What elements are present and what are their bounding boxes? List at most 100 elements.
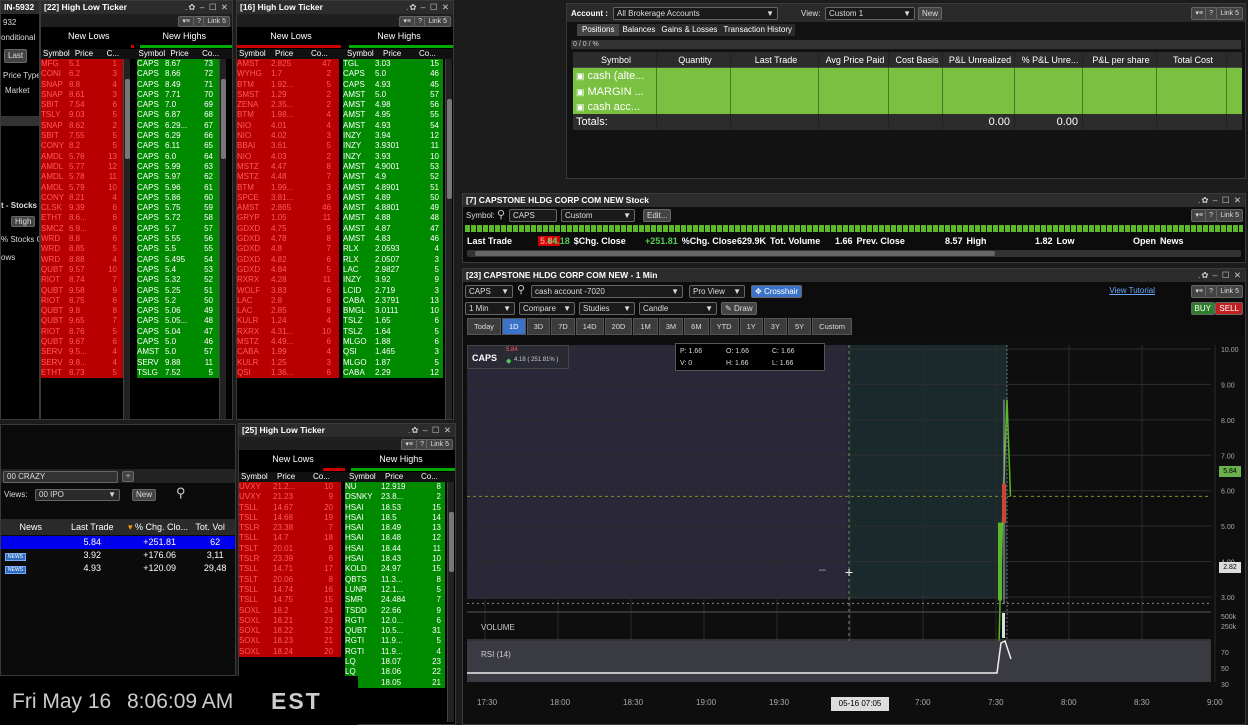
ticker-row[interactable]: CAPS 6.29 66 <box>137 131 219 142</box>
range-button-3y[interactable]: 3Y <box>763 318 787 335</box>
collapse-icon[interactable]: ▣ <box>576 87 585 97</box>
ticker-row[interactable]: CAPS 7.0 69 <box>137 100 219 111</box>
menu-icon[interactable]: ▾≡ <box>399 16 415 27</box>
range-button-today[interactable]: Today <box>467 318 502 335</box>
ticker-row[interactable]: CAPS 5.5 55 <box>137 244 219 255</box>
ticker-row[interactable]: RXRX 4.28 11 <box>237 275 339 286</box>
ticker-row[interactable]: CAPS 5.06 49 <box>137 306 219 317</box>
ticker-row[interactable]: CAPS 5.86 60 <box>137 192 219 204</box>
ticker-row[interactable]: GDXD 4.8 7 <box>237 244 339 255</box>
ticker-row[interactable]: UVXY 21.2... 10 <box>239 482 341 493</box>
ticker-row[interactable]: AMST 2.825 47 <box>237 59 339 70</box>
window-controls[interactable]: .✿ – ☐ ✕ <box>408 424 452 437</box>
ticker-row[interactable]: CAPS 5.7 57 <box>137 223 219 235</box>
ticker-row[interactable]: LQ18.0521 <box>345 677 445 688</box>
col-symbol[interactable]: Symbol <box>41 49 73 59</box>
news-cell[interactable]: NEWS <box>1 562 61 575</box>
range-button-7d[interactable]: 7D <box>551 318 575 335</box>
ticker-row[interactable]: KULR 1.25 3 <box>237 357 339 368</box>
chart-type-select[interactable]: Candle ▼ <box>639 302 717 315</box>
tab-positions[interactable]: Positions <box>577 24 620 36</box>
ticker-row[interactable]: AMDL 5.77 12 <box>41 161 123 173</box>
ticker-row[interactable]: WOLF 3.83 6 <box>237 285 339 296</box>
ticker-row[interactable]: SPCE 3.81... 9 <box>237 192 339 204</box>
ticker-row[interactable]: BTM 1.92... 5 <box>237 79 339 90</box>
ticker-row[interactable]: CAPS 5.05... 48 <box>137 316 219 327</box>
col-tot-vol[interactable]: Tot. Vol <box>195 519 235 535</box>
ticker-row[interactable]: CABA 2.3791 13 <box>343 295 443 307</box>
ticker-row[interactable]: CAPS 5.75 59 <box>137 203 219 214</box>
ticker-row[interactable]: WRD 8.88 4 <box>41 254 123 265</box>
symbol-input[interactable]: CAPS <box>509 209 557 222</box>
ticker-row[interactable]: LAC 2.85 8 <box>237 306 339 317</box>
tab-transaction-history[interactable]: Transaction History <box>720 24 795 36</box>
high-button[interactable]: High <box>11 216 36 227</box>
ticker-row[interactable]: ETHT 8.6... 6 <box>41 213 123 224</box>
ticker-row[interactable]: AMST 4.89 50 <box>343 192 443 204</box>
ticker-row[interactable]: QUBT 9.8 8 <box>41 306 123 317</box>
range-button-3m[interactable]: 3M <box>658 318 684 335</box>
ticker-row[interactable]: HSAI 18.49 13 <box>345 523 445 534</box>
range-button-1d[interactable]: 1D <box>502 318 526 335</box>
edit-button[interactable]: Edit... <box>643 209 672 222</box>
ticker-row[interactable]: SMST 1.29 2 <box>237 89 339 101</box>
watchlist-row[interactable]: NEWS 4.93 +120.09 29,48 <box>1 562 235 575</box>
col-cost-basis[interactable]: Cost Basis <box>889 52 943 67</box>
draw-button[interactable]: ✎ Draw <box>721 302 757 315</box>
ticker-row[interactable]: KOLD 24.97 15 <box>345 564 445 575</box>
ticker-row[interactable]: RIOT 8.76 5 <box>41 326 123 338</box>
ticker-row[interactable]: SOXL 18.22 22 <box>239 626 341 637</box>
ticker-row[interactable]: AMDL 5.79 10 <box>41 182 123 193</box>
ticker-row[interactable]: SNAP 8.61 3 <box>41 89 123 101</box>
ticker-row[interactable]: CAPS 5.32 52 <box>137 275 219 286</box>
ticker-row[interactable]: CAPS 8.66 72 <box>137 69 219 80</box>
ticker-row[interactable]: RXRX 4.31... 10 <box>237 326 339 338</box>
col-count[interactable]: Co... <box>419 472 455 482</box>
search-icon[interactable]: ⚲ <box>517 283 525 296</box>
ticker-row[interactable]: QBTS 11.3... 8 <box>345 574 445 585</box>
ticker-row[interactable]: QUBT 9.57 10 <box>41 264 123 276</box>
col-pl-per-share[interactable]: P&L per share <box>1083 52 1157 67</box>
ticker-row[interactable]: TSLR 23.39 6 <box>239 554 341 565</box>
col-symbol[interactable]: Symbol <box>136 49 168 59</box>
lows-scrollbar[interactable] <box>123 59 130 419</box>
crosshair-button[interactable]: ✥ Crosshair <box>751 285 803 298</box>
ticker-row[interactable]: CLSK 9.39 6 <box>41 203 123 214</box>
ticker-row[interactable]: NU 12.919 8 <box>345 482 445 493</box>
ticker-row[interactable]: CAPS 5.2 50 <box>137 295 219 307</box>
ticker-row[interactable]: MSTZ 4.48 7 <box>237 172 339 183</box>
ticker-row[interactable]: CONY 8.2 5 <box>41 141 123 152</box>
col-pl-unrealized[interactable]: P&L Unrealized <box>943 52 1015 67</box>
ticker-row[interactable]: CAPS 5.495 54 <box>137 254 219 265</box>
help-icon[interactable]: ? <box>1205 209 1217 222</box>
ticker-row[interactable]: CAPS 5.72 58 <box>137 213 219 224</box>
ticker-row[interactable]: BTM 1.99... 3 <box>237 182 339 193</box>
news-cell[interactable]: NEWS <box>1 549 61 562</box>
ticker-row[interactable]: CAPS 5.4 53 <box>137 264 219 276</box>
collapse-icon[interactable]: ▣ <box>576 71 585 81</box>
link-button[interactable]: Link 5 <box>426 439 453 450</box>
ticker-row[interactable]: TSLL 14.7 18 <box>239 533 341 544</box>
market-value[interactable]: Market <box>5 86 29 95</box>
ticker-row[interactable]: SERV 9.8... 4 <box>41 357 123 368</box>
window-controls[interactable]: .✿ – ☐ ✕ <box>1198 269 1242 282</box>
ticker-row[interactable]: LAC 2.9827 5 <box>343 264 443 276</box>
col-news[interactable]: News <box>1 519 60 535</box>
range-button-3d[interactable]: 3D <box>526 318 551 335</box>
ticker-row[interactable]: TSLT 20.06 8 <box>239 574 341 585</box>
ticker-row[interactable]: CABA 2.29 12 <box>343 367 443 379</box>
position-row[interactable]: ▣ cash acc... <box>573 99 1242 115</box>
ticker-row[interactable]: CAPS 5.96 61 <box>137 182 219 193</box>
view-select[interactable]: Custom 1 ▼ <box>825 7 915 20</box>
ticker-row[interactable]: TSLR 23.38 7 <box>239 523 341 534</box>
tab-balances[interactable]: Balances <box>619 24 658 36</box>
ticker-row[interactable]: CAPS 6.0 64 <box>137 151 219 162</box>
custom-select[interactable]: Custom ▼ <box>561 209 635 222</box>
col-symbol[interactable]: Symbol <box>573 52 657 67</box>
link-button[interactable]: Link 5 <box>424 16 451 27</box>
ticker-row[interactable]: INZY 3.93 10 <box>343 151 443 162</box>
ticker-row[interactable]: RLX 2.0507 3 <box>343 254 443 265</box>
ticker-row[interactable]: GRYP 1.05 11 <box>237 213 339 224</box>
ticker-row[interactable]: AMST 4.9001 53 <box>343 161 443 173</box>
range-button-14d[interactable]: 14D <box>575 318 604 335</box>
